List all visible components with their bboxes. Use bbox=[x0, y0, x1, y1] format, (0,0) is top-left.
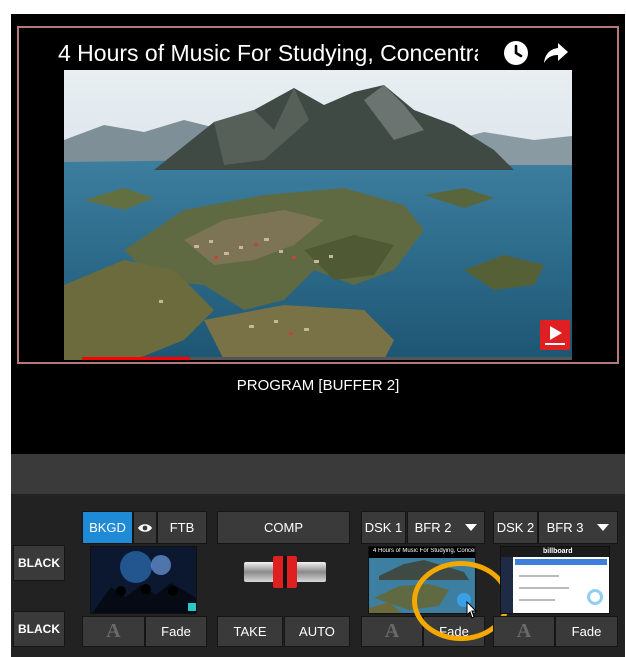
dsk2-fade-button[interactable]: Fade bbox=[555, 616, 618, 647]
divider-strip bbox=[11, 454, 625, 494]
bkgd-source-thumbnail[interactable] bbox=[90, 546, 197, 614]
dsk2-ab-icon[interactable]: A bbox=[493, 616, 555, 647]
subscribe-icon[interactable] bbox=[540, 320, 570, 350]
ab-transition-icon[interactable]: A bbox=[82, 616, 145, 647]
bkgd-button[interactable]: BKGD bbox=[82, 511, 133, 544]
video-title[interactable]: 4 Hours of Music For Studying, Concentra… bbox=[58, 36, 478, 70]
black-button-top[interactable]: BLACK bbox=[13, 545, 65, 581]
gear-icon bbox=[587, 589, 603, 605]
mouse-cursor-icon bbox=[466, 600, 478, 619]
t-bar-slider[interactable] bbox=[244, 556, 326, 588]
dsk2-source-thumbnail[interactable]: billboard bbox=[500, 546, 610, 614]
dsk2-thumb-caption: billboard bbox=[543, 548, 573, 555]
dsk1-ab-icon[interactable]: A bbox=[361, 616, 423, 647]
eye-icon[interactable] bbox=[133, 511, 157, 544]
dsk2-source-label: BFR 3 bbox=[546, 520, 584, 535]
take-button[interactable]: TAKE bbox=[217, 616, 283, 647]
auto-button[interactable]: AUTO bbox=[284, 616, 350, 647]
dsk1-source-label: BFR 2 bbox=[414, 520, 452, 535]
landscape-image bbox=[64, 70, 572, 360]
ftb-button[interactable]: FTB bbox=[157, 511, 207, 544]
dsk1-button[interactable]: DSK 1 bbox=[361, 511, 406, 544]
dsk2-button[interactable]: DSK 2 bbox=[493, 511, 538, 544]
bkgd-fade-button[interactable]: Fade bbox=[145, 616, 207, 647]
black-button-bottom[interactable]: BLACK bbox=[13, 611, 65, 647]
dsk1-thumb-caption: 4 Hours of Music For Studying, Concentra… bbox=[373, 548, 475, 554]
dsk2-source-dropdown[interactable]: BFR 3 bbox=[538, 511, 618, 544]
share-icon[interactable] bbox=[542, 40, 570, 66]
video-thumbnail[interactable] bbox=[64, 70, 572, 360]
comp-button[interactable]: COMP bbox=[217, 511, 350, 544]
progress-fill bbox=[82, 357, 190, 360]
clock-icon[interactable] bbox=[503, 40, 529, 66]
program-label: PROGRAM [BUFFER 2] bbox=[236, 377, 400, 394]
chevron-down-icon bbox=[465, 524, 478, 531]
dsk1-source-dropdown[interactable]: BFR 2 bbox=[407, 511, 485, 544]
chevron-down-icon bbox=[597, 524, 610, 531]
